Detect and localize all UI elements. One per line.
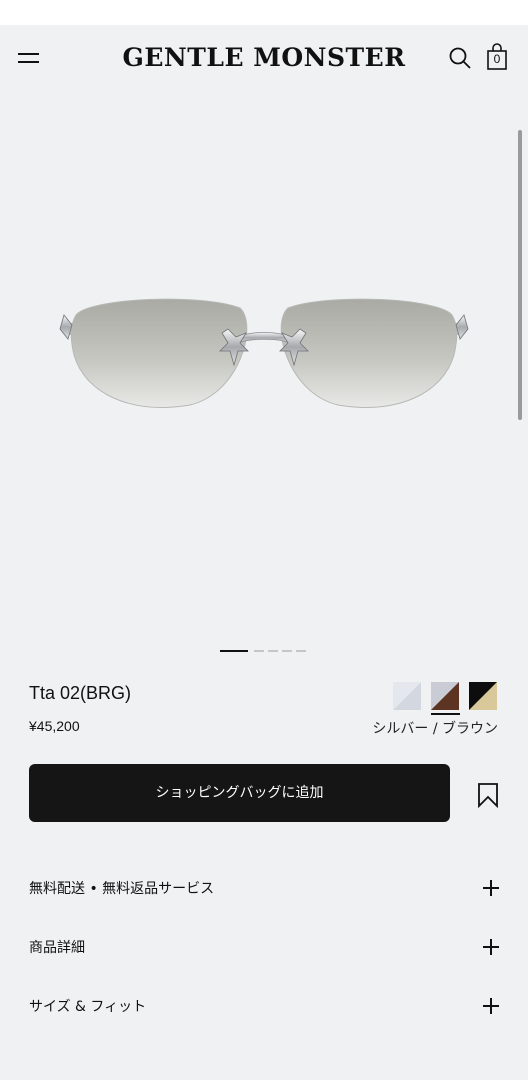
shopping-bag-icon[interactable]: 0 <box>486 43 510 71</box>
product-price: ¥45,200 <box>29 718 80 734</box>
pagination-dot[interactable] <box>254 650 264 652</box>
accordion-label: 商品詳細 <box>29 940 85 956</box>
plus-icon <box>483 939 499 955</box>
accordion-shipping[interactable]: 無料配送 • 無料返品サービス <box>29 868 501 908</box>
plus-icon <box>483 880 499 896</box>
color-swatch-silver-brown[interactable] <box>431 682 459 710</box>
add-to-bag-button[interactable]: ショッピングバッグに追加 <box>29 764 450 822</box>
accordion-label: 無料配送 • 無料返品サービス <box>29 881 215 897</box>
plus-icon <box>483 998 499 1014</box>
color-swatch-silver[interactable] <box>393 682 421 710</box>
pagination-dot[interactable] <box>282 650 292 652</box>
product-image[interactable] <box>0 93 528 663</box>
gallery-pagination <box>220 650 310 654</box>
bag-count: 0 <box>493 52 501 66</box>
color-swatch-black-gold[interactable] <box>469 682 497 710</box>
header: GENTLE MONSTER 0 <box>0 25 528 93</box>
selected-swatch-indicator <box>431 713 460 715</box>
accordion-size-fit[interactable]: サイズ & フィット <box>29 986 501 1026</box>
bookmark-icon[interactable] <box>476 782 500 808</box>
pagination-dot[interactable] <box>268 650 278 652</box>
search-icon[interactable] <box>448 46 472 70</box>
status-bar <box>0 0 528 25</box>
accordion-product-details[interactable]: 商品詳細 <box>29 927 501 967</box>
accordion-label: サイズ & フィット <box>29 999 147 1015</box>
pagination-dot[interactable] <box>296 650 306 652</box>
product-name: Tta 02(BRG) <box>29 683 132 703</box>
selected-color-label: シルバー / ブラウン <box>372 721 498 737</box>
sunglasses-image <box>59 298 469 408</box>
pagination-dot[interactable] <box>220 650 248 652</box>
